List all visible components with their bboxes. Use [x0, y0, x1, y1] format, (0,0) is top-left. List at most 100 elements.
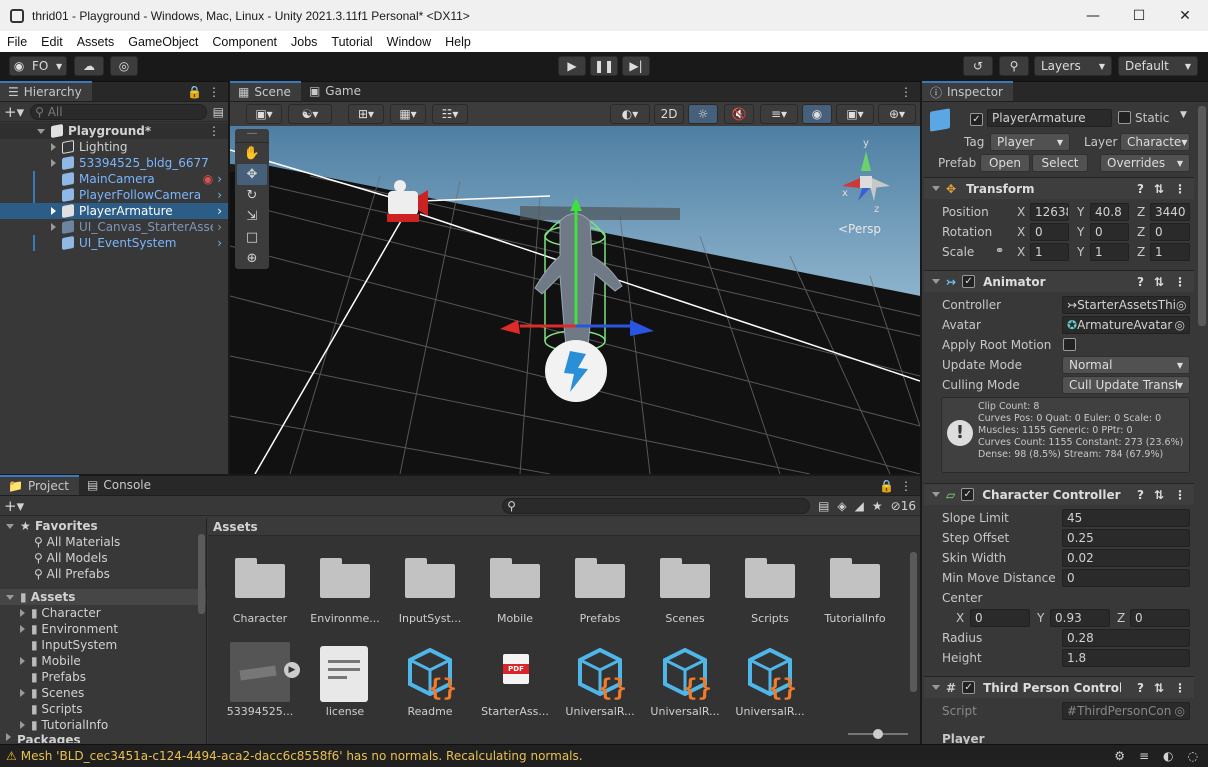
- root-motion-checkbox[interactable]: [1063, 338, 1076, 354]
- hierarchy-row-bldg[interactable]: 53394525_bldg_6677: [0, 155, 228, 171]
- chevron-right-icon[interactable]: ›: [217, 204, 222, 218]
- expand-icon[interactable]: [51, 159, 56, 167]
- preset-icon[interactable]: ⇅: [1154, 182, 1164, 196]
- scriptable-object-icon[interactable]: {}: [576, 646, 630, 702]
- min-move-field[interactable]: 0: [1062, 569, 1190, 587]
- history-button[interactable]: ↺: [963, 56, 993, 76]
- avatar-field[interactable]: ✪ ArmatureAvatar ◎: [1062, 316, 1190, 334]
- tree-scripts[interactable]: ▮ Scripts: [0, 701, 206, 717]
- help-icon[interactable]: ?: [1137, 681, 1144, 695]
- tag-dropdown[interactable]: Player ▼: [990, 133, 1070, 151]
- global-dropdown[interactable]: ☯▾: [288, 104, 332, 124]
- folder-icon[interactable]: [405, 556, 455, 598]
- scriptable-object-icon[interactable]: {}: [746, 646, 800, 702]
- text-file-icon[interactable]: [320, 646, 368, 702]
- expand-icon[interactable]: [932, 492, 940, 497]
- center-x-field[interactable]: 0: [970, 609, 1030, 627]
- filter-icon[interactable]: ▤: [213, 105, 224, 119]
- folder-icon[interactable]: [575, 556, 625, 598]
- menu-jobs[interactable]: Jobs: [284, 35, 324, 49]
- transform-tool-icon[interactable]: ⊕: [247, 248, 258, 269]
- animator-enabled-checkbox[interactable]: ✓: [962, 275, 976, 288]
- tree-scrollbar[interactable]: [198, 534, 205, 614]
- chevron-right-icon[interactable]: ›: [217, 188, 222, 202]
- scale-z-field[interactable]: 1: [1150, 243, 1190, 261]
- tab-game[interactable]: ▣ Game: [301, 81, 371, 101]
- expand-icon[interactable]: [20, 609, 25, 617]
- play-icon[interactable]: ▶: [284, 662, 300, 678]
- step-button[interactable]: ▶|: [622, 56, 650, 76]
- expand-icon[interactable]: [51, 207, 56, 215]
- preset-icon[interactable]: ⇅: [1154, 681, 1164, 695]
- persp-label[interactable]: <Persp: [838, 222, 881, 236]
- hierarchy-row-playerfollowcamera[interactable]: PlayerFollowCamera ›: [33, 187, 228, 203]
- project-search-input[interactable]: ⚲: [502, 497, 811, 514]
- menu-component[interactable]: Component: [205, 35, 284, 49]
- position-x-field[interactable]: 12638: [1030, 203, 1069, 221]
- favorite-all-prefabs[interactable]: ⚲ All Prefabs: [0, 566, 206, 582]
- preset-icon[interactable]: ⇅: [1154, 275, 1164, 289]
- folder-icon[interactable]: [660, 556, 710, 598]
- chevron-right-icon[interactable]: ›: [217, 220, 222, 234]
- account-dropdown[interactable]: ◉ FO ▼: [9, 56, 67, 76]
- cc-enabled-checkbox[interactable]: ✓: [961, 488, 975, 501]
- toggle-2d-button[interactable]: 2D: [654, 104, 684, 124]
- scriptable-object-icon[interactable]: {}: [661, 646, 715, 702]
- step-offset-field[interactable]: 0.25: [1062, 529, 1190, 547]
- status-bar[interactable]: ⚠ Mesh 'BLD_cec3451a-c124-4494-aca2-dacc…: [0, 744, 1208, 767]
- visibility-toggle[interactable]: ◉: [802, 104, 832, 124]
- hierarchy-row-lighting[interactable]: Lighting: [0, 139, 228, 155]
- object-name-field[interactable]: PlayerArmature: [987, 109, 1112, 127]
- scale-tool-icon[interactable]: ⇲: [247, 206, 258, 227]
- help-icon[interactable]: ?: [1137, 488, 1144, 502]
- menu-help[interactable]: Help: [438, 35, 478, 49]
- grip-icon[interactable]: ──: [235, 129, 269, 143]
- hierarchy-row-maincamera[interactable]: MainCamera ◉ ›: [33, 171, 228, 187]
- rotation-x-field[interactable]: 0: [1030, 223, 1069, 241]
- script-field[interactable]: # ThirdPersonCon ◎: [1062, 702, 1190, 720]
- inspector-scrollbar[interactable]: [1198, 106, 1206, 326]
- type-filter-icon[interactable]: ◈: [837, 499, 846, 513]
- kebab-menu-icon[interactable]: ⋮: [1174, 681, 1186, 695]
- tab-hierarchy[interactable]: ☰ Hierarchy: [0, 81, 92, 101]
- favorite-all-models[interactable]: ⚲ All Models: [0, 550, 206, 566]
- debug-icon[interactable]: ⚙: [1114, 749, 1125, 763]
- pdf-icon[interactable]: PDF: [503, 654, 529, 684]
- expand-icon[interactable]: [37, 128, 45, 134]
- label-filter-icon[interactable]: ◢: [855, 499, 864, 513]
- layout-dropdown[interactable]: Default ▼: [1118, 56, 1198, 76]
- expand-icon[interactable]: [51, 143, 56, 151]
- gizmos-dropdown[interactable]: ⊕▾: [878, 104, 916, 124]
- object-picker-icon[interactable]: ◎: [1175, 318, 1185, 332]
- expand-icon[interactable]: [6, 733, 11, 741]
- height-field[interactable]: 1.8: [1062, 649, 1190, 667]
- link-icon[interactable]: ⚭: [995, 244, 1004, 257]
- cloud-button[interactable]: ☁: [74, 56, 104, 76]
- pause-button[interactable]: ❚❚: [590, 56, 618, 76]
- hierarchy-row-eventsystem[interactable]: UI_EventSystem ›: [33, 235, 228, 251]
- expand-icon[interactable]: [20, 657, 25, 665]
- expand-icon[interactable]: [6, 523, 14, 529]
- hierarchy-row-playerarmature[interactable]: PlayerArmature ›: [0, 203, 228, 219]
- kebab-menu-icon[interactable]: ⋮: [900, 85, 912, 99]
- packages-root[interactable]: Packages: [0, 733, 206, 743]
- effects-dropdown[interactable]: ◐▾: [610, 104, 650, 124]
- expand-icon[interactable]: [932, 685, 940, 690]
- camera-dropdown[interactable]: ▣▾: [836, 104, 874, 124]
- preset-icon[interactable]: ⇅: [1154, 488, 1164, 502]
- kebab-menu-icon[interactable]: ⋮: [1174, 488, 1186, 502]
- tree-tutorialinfo[interactable]: ▮ TutorialInfo: [0, 717, 206, 733]
- rotation-y-field[interactable]: 0: [1090, 223, 1129, 241]
- increment-dropdown[interactable]: ☷▾: [432, 104, 468, 124]
- favorites-header[interactable]: ★ Favorites: [0, 518, 206, 534]
- menu-file[interactable]: File: [0, 35, 34, 49]
- chevron-down-icon[interactable]: ▼: [1180, 110, 1187, 120]
- favorite-icon[interactable]: ★: [872, 499, 883, 513]
- model-thumbnail-icon[interactable]: ▶: [230, 642, 300, 702]
- draw-mode-dropdown[interactable]: ▣▾: [246, 104, 282, 124]
- controller-field[interactable]: ↣ StarterAssetsThi ◎: [1062, 296, 1190, 314]
- prefab-select-button[interactable]: Select: [1032, 154, 1088, 172]
- expand-icon[interactable]: [51, 223, 56, 231]
- snap-dropdown[interactable]: ⊞▾: [348, 104, 384, 124]
- progress-icon[interactable]: ◐: [1163, 749, 1173, 763]
